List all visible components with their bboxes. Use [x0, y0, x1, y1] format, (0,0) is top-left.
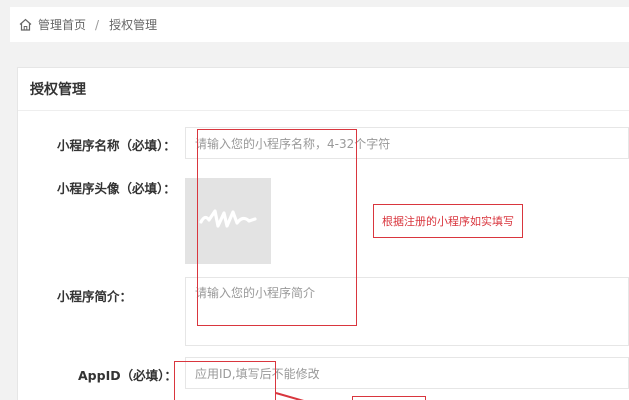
breadcrumb-separator: /: [95, 17, 100, 32]
annotation-appid-note-box: [352, 396, 426, 400]
breadcrumb-home-link[interactable]: 管理首页: [38, 16, 86, 33]
annotation-note: 根据注册的小程序如实填写: [373, 204, 523, 238]
breadcrumb: 管理首页 / 授权管理: [10, 7, 629, 42]
annotation-appid-box: [174, 361, 276, 400]
appid-label: AppID（必填）：: [78, 368, 177, 383]
name-label: 小程序名称（必填）：: [57, 138, 176, 153]
breadcrumb-current: 授权管理: [109, 18, 158, 32]
avatar-label: 小程序头像（必填）：: [57, 181, 176, 196]
intro-label: 小程序简介：: [57, 289, 133, 304]
annotation-highlight-box: [197, 129, 357, 326]
page-title: 授权管理: [18, 68, 629, 111]
home-icon[interactable]: [19, 18, 32, 31]
